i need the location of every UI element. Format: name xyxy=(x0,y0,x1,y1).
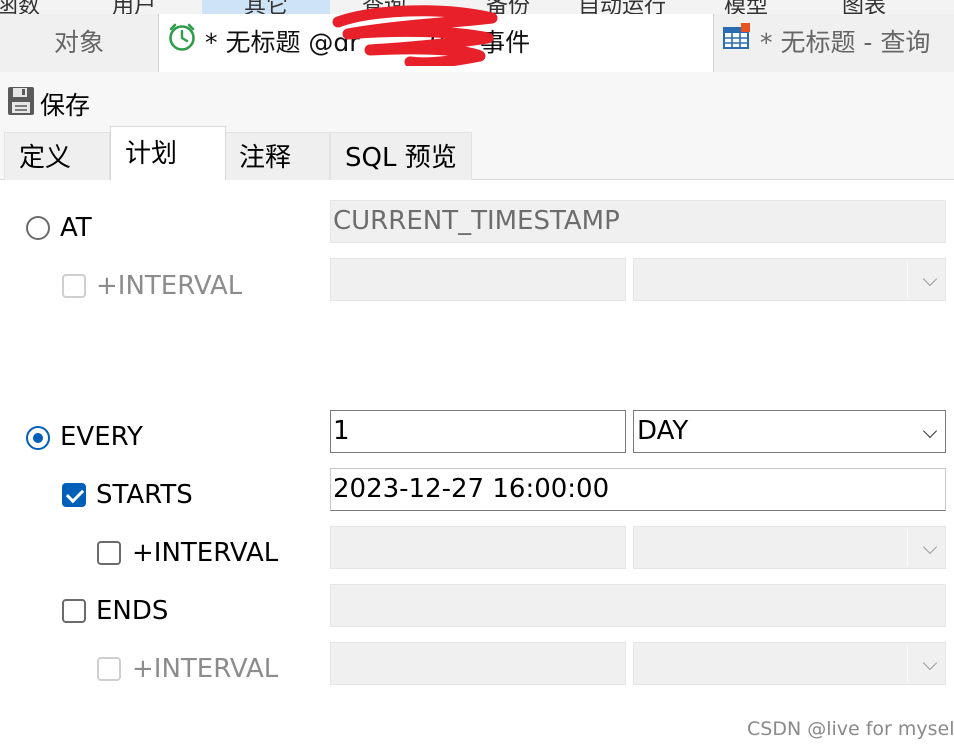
tab-sql-preview[interactable]: SQL 预览 xyxy=(330,132,472,180)
clock-icon xyxy=(167,15,197,73)
ends-interval-unit-select[interactable] xyxy=(633,642,946,685)
at-radio[interactable] xyxy=(26,216,50,240)
starts-interval-unit-select[interactable] xyxy=(633,526,946,569)
save-button[interactable]: 保存 xyxy=(6,86,90,122)
doc-tab-query[interactable]: * 无标题 - 查询 xyxy=(714,14,954,72)
starts-interval-label: +INTERVAL xyxy=(132,538,279,568)
menu-item-charts[interactable]: 图表 xyxy=(842,0,886,14)
ends-interval-value-field[interactable] xyxy=(330,642,626,685)
at-interval-value-field[interactable] xyxy=(330,258,626,301)
menu-item-others[interactable]: 其它 xyxy=(202,0,330,14)
menu-item-functions[interactable]: 函数 xyxy=(0,0,40,14)
ends-checkbox[interactable] xyxy=(62,599,86,623)
tab-comment[interactable]: 注释 xyxy=(224,132,330,180)
toolbar xyxy=(0,72,954,128)
menu-item-users[interactable]: 用户 xyxy=(112,0,156,14)
doc-tab-query-label: * 无标题 - 查询 xyxy=(760,28,931,57)
tab-definition-label: 定义 xyxy=(19,143,72,173)
floppy-disk-icon xyxy=(6,85,40,123)
every-label: EVERY xyxy=(60,422,143,452)
chevron-down-icon xyxy=(922,423,938,439)
chevron-down-icon xyxy=(922,655,938,671)
every-radio[interactable] xyxy=(26,426,50,450)
starts-checkbox[interactable] xyxy=(62,483,86,507)
every-unit-select[interactable]: DAY xyxy=(633,410,946,453)
menu-item-automation[interactable]: 自动运行 xyxy=(578,0,666,14)
starts-datetime-field[interactable]: 2023-12-27 16:00:00 xyxy=(330,468,946,511)
tab-schedule[interactable]: 计划 xyxy=(110,126,226,181)
ends-interval-label: +INTERVAL xyxy=(132,654,279,684)
ends-interval-checkbox[interactable] xyxy=(97,657,121,681)
at-interval-unit-select[interactable] xyxy=(633,258,946,301)
every-unit-value: DAY xyxy=(637,416,689,446)
every-value-field[interactable]: 1 xyxy=(330,410,626,453)
watermark: CSDN @live for myself xyxy=(747,718,954,740)
save-button-label: 保存 xyxy=(40,91,91,120)
menu-item-model[interactable]: 模型 xyxy=(724,0,768,14)
doc-tab-objects-label: 对象 xyxy=(53,28,104,57)
tab-definition[interactable]: 定义 xyxy=(4,132,110,180)
chevron-down-icon xyxy=(922,271,938,287)
ends-label: ENDS xyxy=(96,596,169,626)
tab-sql-preview-label: SQL 预览 xyxy=(345,143,457,173)
tab-schedule-label: 计划 xyxy=(125,139,178,169)
doc-tab-objects[interactable]: 对象 xyxy=(0,14,158,72)
ends-datetime-field[interactable] xyxy=(330,584,946,627)
tab-comment-label: 注释 xyxy=(239,143,292,173)
starts-interval-checkbox[interactable] xyxy=(97,541,121,565)
at-interval-label: +INTERVAL xyxy=(96,271,243,301)
starts-interval-value-field[interactable] xyxy=(330,526,626,569)
at-label: AT xyxy=(60,213,92,243)
table-icon xyxy=(722,15,752,72)
redaction-scribble xyxy=(332,5,498,66)
chevron-down-icon xyxy=(922,539,938,555)
at-interval-checkbox[interactable] xyxy=(62,274,86,298)
at-timestamp-field[interactable]: CURRENT_TIMESTAMP xyxy=(330,200,946,243)
starts-label: STARTS xyxy=(96,480,193,510)
